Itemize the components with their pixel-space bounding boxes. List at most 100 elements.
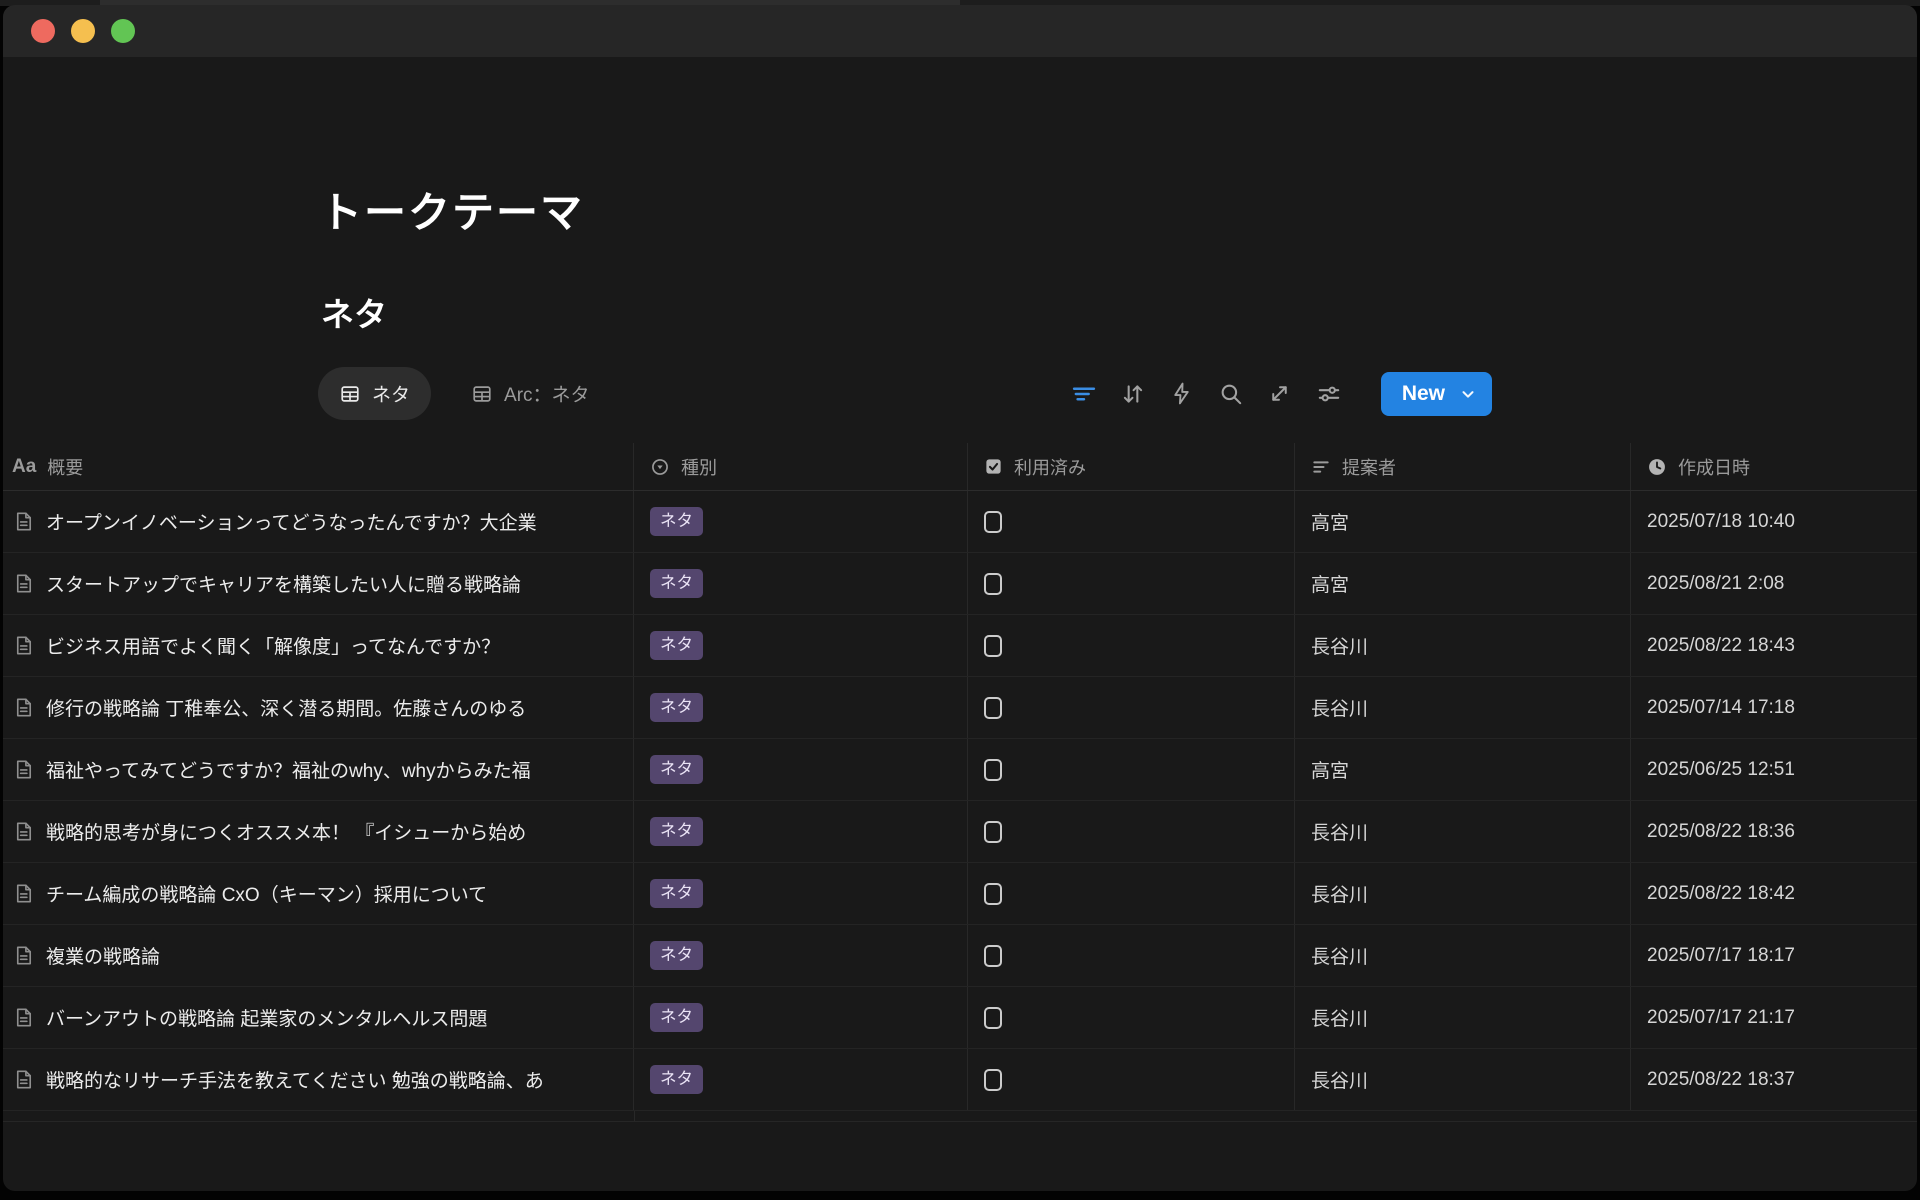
cell-summary[interactable]: 福祉やってみてどうですか？福祉のwhy、whyからみた福	[3, 739, 634, 800]
page-icon	[12, 572, 35, 595]
cell-created[interactable]: 2025/08/21 2:08	[1631, 553, 1917, 614]
table-row[interactable]: 戦略的なリサーチ手法を教えてください 勉強の戦略論、あネタ 長谷川2025/08/…	[3, 1049, 1917, 1111]
cell-summary[interactable]: オープンイノベーションってどうなったんですか？大企業	[3, 491, 634, 552]
cell-proposer[interactable]: 長谷川	[1295, 1049, 1631, 1110]
cell-summary[interactable]: ビジネス用語でよく聞く「解像度」ってなんですか？	[3, 615, 634, 676]
close-button[interactable]	[31, 19, 55, 43]
zoom-button[interactable]	[111, 19, 135, 43]
cell-type[interactable]: ネタ	[634, 553, 968, 614]
cell-proposer[interactable]: 長谷川	[1295, 677, 1631, 738]
used-checkbox[interactable]	[984, 573, 1002, 595]
table-bottom-area[interactable]	[3, 1111, 1917, 1122]
cell-used[interactable]	[968, 677, 1295, 738]
view-tab-neta[interactable]: ネタ	[318, 367, 431, 420]
view-tab-label: ネタ	[372, 380, 410, 407]
cell-created[interactable]: 2025/08/22 18:37	[1631, 1049, 1917, 1110]
cell-created[interactable]: 2025/07/17 18:17	[1631, 925, 1917, 986]
column-header-type[interactable]: 種別	[634, 443, 968, 490]
cell-used[interactable]	[968, 739, 1295, 800]
page-icon	[12, 510, 35, 533]
type-tag: ネタ	[650, 879, 703, 908]
cell-created[interactable]: 2025/07/17 21:17	[1631, 987, 1917, 1048]
cell-used[interactable]	[968, 863, 1295, 924]
cell-summary[interactable]: 修行の戦略論 丁稚奉公、深く潜る期間。佐藤さんのゆる	[3, 677, 634, 738]
cell-used[interactable]	[968, 615, 1295, 676]
row-title: 福祉やってみてどうですか？福祉のwhy、whyからみた福	[46, 756, 531, 783]
table-row[interactable]: オープンイノベーションってどうなったんですか？大企業ネタ 高宮2025/07/18…	[3, 491, 1917, 553]
cell-proposer[interactable]: 高宮	[1295, 739, 1631, 800]
cell-type[interactable]: ネタ	[634, 739, 968, 800]
used-checkbox[interactable]	[984, 1069, 1002, 1091]
table-row[interactable]: 複業の戦略論ネタ 長谷川2025/07/17 18:17	[3, 925, 1917, 987]
minimize-button[interactable]	[71, 19, 95, 43]
table-row[interactable]: バーンアウトの戦略論 起業家のメンタルヘルス問題 ネタ 長谷川 2025/07/17 …	[3, 987, 1917, 1049]
cell-proposer[interactable]: 高宮	[1295, 553, 1631, 614]
automation-icon[interactable]	[1168, 380, 1196, 408]
cell-used[interactable]	[968, 1049, 1295, 1110]
cell-proposer[interactable]: 長谷川	[1295, 863, 1631, 924]
cell-type[interactable]: ネタ	[634, 615, 968, 676]
cell-proposer[interactable]: 長谷川	[1295, 615, 1631, 676]
cell-type[interactable]: ネタ	[634, 925, 968, 986]
filter-icon[interactable]	[1070, 380, 1098, 408]
table-row[interactable]: ビジネス用語でよく聞く「解像度」ってなんですか？ネタ 長谷川 2025/08/22 …	[3, 615, 1917, 677]
cell-summary[interactable]: スタートアップでキャリアを構築したい人に贈る戦略論	[3, 553, 634, 614]
cell-summary[interactable]: チーム編成の戦略論 CxO（キーマン）採用について	[3, 863, 634, 924]
sort-icon[interactable]	[1119, 380, 1147, 408]
table-row[interactable]: 修行の戦略論 丁稚奉公、深く潜る期間。佐藤さんのゆるネタ 長谷川2025/07/1…	[3, 677, 1917, 739]
cell-used[interactable]	[968, 801, 1295, 862]
cell-type[interactable]: ネタ	[634, 1049, 968, 1110]
table-row[interactable]: 戦略的思考が身につくオススメ本！ 『イシューから始めネタ 長谷川2025/08/2…	[3, 801, 1917, 863]
new-button[interactable]: New	[1381, 372, 1492, 416]
row-title: バーンアウトの戦略論 起業家のメンタルヘルス問題	[46, 1004, 487, 1031]
cell-summary[interactable]: 戦略的思考が身につくオススメ本！ 『イシューから始め	[3, 801, 634, 862]
cell-summary[interactable]: 戦略的なリサーチ手法を教えてください 勉強の戦略論、あ	[3, 1049, 634, 1110]
used-checkbox[interactable]	[984, 945, 1002, 967]
used-checkbox[interactable]	[984, 821, 1002, 843]
created-datetime: 2025/08/22 18:43	[1647, 635, 1795, 657]
cell-used[interactable]	[968, 925, 1295, 986]
cell-type[interactable]: ネタ	[634, 863, 968, 924]
used-checkbox[interactable]	[984, 697, 1002, 719]
cell-type[interactable]: ネタ	[634, 677, 968, 738]
cell-summary[interactable]: 複業の戦略論	[3, 925, 634, 986]
column-header-created[interactable]: 作成日時	[1631, 443, 1917, 490]
expand-icon[interactable]	[1266, 380, 1294, 408]
cell-used[interactable]	[968, 491, 1295, 552]
proposer-name: 長谷川	[1311, 1004, 1368, 1031]
cell-proposer[interactable]: 高宮	[1295, 491, 1631, 552]
view-tab-arc-neta[interactable]: Arc：ネタ	[461, 380, 600, 407]
used-checkbox[interactable]	[984, 883, 1002, 905]
cell-created[interactable]: 2025/07/14 17:18	[1631, 677, 1917, 738]
cell-created[interactable]: 2025/08/22 18:43	[1631, 615, 1917, 676]
cell-proposer[interactable]: 長谷川	[1295, 925, 1631, 986]
table-row[interactable]: チーム編成の戦略論 CxO（キーマン）採用についてネタ 長谷川2025/08/22…	[3, 863, 1917, 925]
cell-used[interactable]	[968, 987, 1295, 1048]
used-checkbox[interactable]	[984, 759, 1002, 781]
column-header-summary[interactable]: Aa 概要	[3, 443, 634, 490]
view-settings-icon[interactable]	[1315, 380, 1343, 408]
table-row[interactable]: 福祉やってみてどうですか？福祉のwhy、whyからみた福 ネタ 高宮 2025/06/…	[3, 739, 1917, 801]
cell-created[interactable]: 2025/07/18 10:40	[1631, 491, 1917, 552]
chevron-down-icon[interactable]	[1459, 385, 1477, 403]
used-checkbox[interactable]	[984, 511, 1002, 533]
cell-type[interactable]: ネタ	[634, 987, 968, 1048]
column-header-used[interactable]: 利用済み	[968, 443, 1295, 490]
cell-type[interactable]: ネタ	[634, 801, 968, 862]
cell-summary[interactable]: バーンアウトの戦略論 起業家のメンタルヘルス問題	[3, 987, 634, 1048]
cell-used[interactable]	[968, 553, 1295, 614]
cell-proposer[interactable]: 長谷川	[1295, 987, 1631, 1048]
table-row[interactable]: スタートアップでキャリアを構築したい人に贈る戦略論ネタ 高宮 2025/08/21 …	[3, 553, 1917, 615]
cell-proposer[interactable]: 長谷川	[1295, 801, 1631, 862]
cell-created[interactable]: 2025/08/22 18:36	[1631, 801, 1917, 862]
used-checkbox[interactable]	[984, 635, 1002, 657]
proposer-name: 高宮	[1311, 570, 1349, 597]
cell-created[interactable]: 2025/08/22 18:42	[1631, 863, 1917, 924]
proposer-name: 高宮	[1311, 756, 1349, 783]
cell-type[interactable]: ネタ	[634, 491, 968, 552]
cell-created[interactable]: 2025/06/25 12:51	[1631, 739, 1917, 800]
search-icon[interactable]	[1217, 380, 1245, 408]
page-icon	[12, 1068, 35, 1091]
column-header-proposer[interactable]: 提案者	[1295, 443, 1631, 490]
used-checkbox[interactable]	[984, 1007, 1002, 1029]
